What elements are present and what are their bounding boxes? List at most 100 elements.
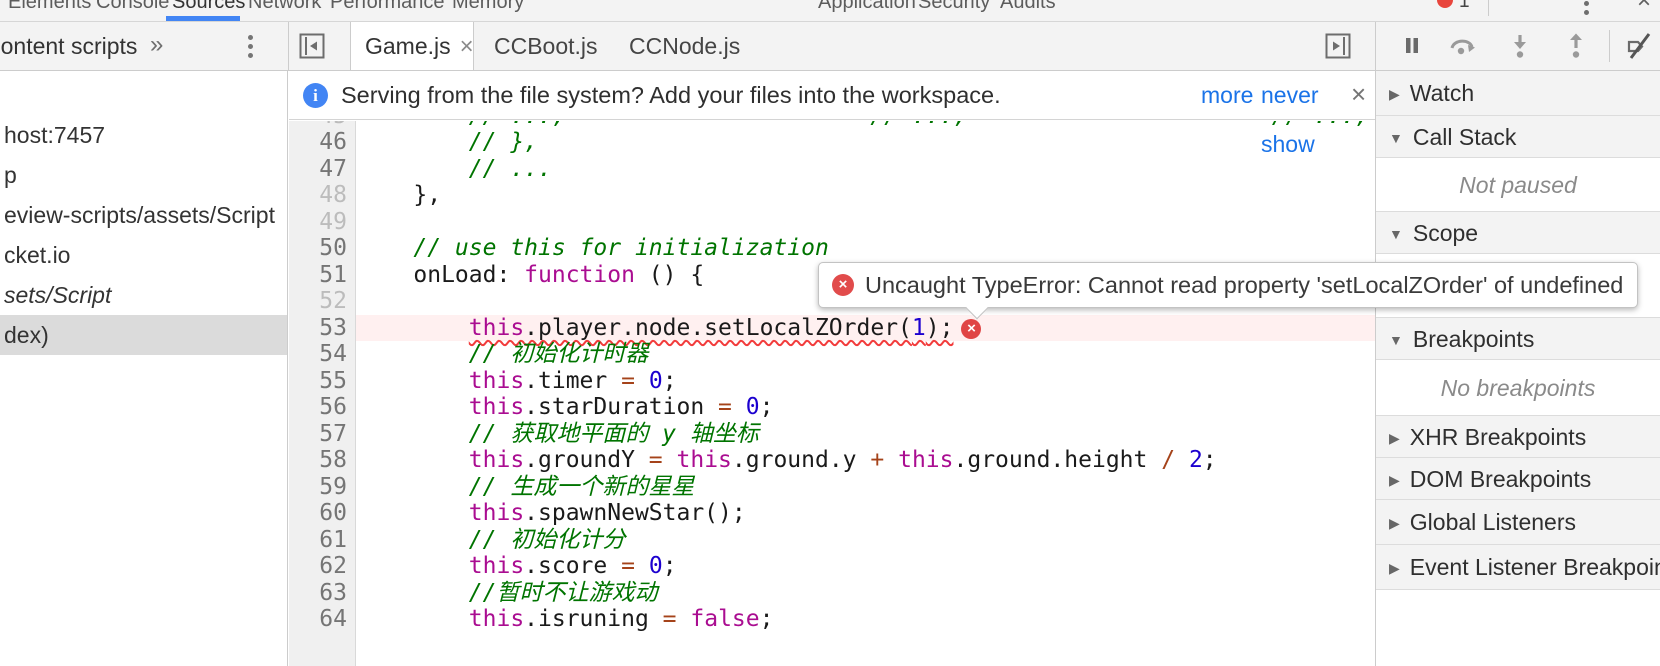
step-out-icon[interactable] (1562, 32, 1590, 60)
code-line-48: 48 }, (289, 182, 1375, 209)
tab-close-icon[interactable]: × (460, 33, 474, 60)
section-label: Scope (1412, 220, 1479, 246)
code-text: this.player.node.setLocalZOrder(1); × (356, 314, 1375, 341)
section-global-listeners[interactable]: ▶ Global Listeners (1376, 500, 1660, 545)
code-line-62: 62 this.score = 0; (289, 553, 1375, 580)
line-number[interactable]: 52 (289, 288, 356, 315)
tab-elements[interactable]: Elements (8, 0, 91, 13)
navigator-menu-icon[interactable] (248, 35, 253, 58)
line-number[interactable]: 63 (289, 580, 356, 607)
code-text: this.groundY = this.ground.y + this.grou… (468, 447, 1217, 473)
file-item-assets-script[interactable]: sets/Script (0, 275, 287, 315)
line-number[interactable]: 60 (289, 500, 356, 527)
editor-tab-ccboot-js[interactable]: CCBoot.js (494, 22, 598, 70)
code-line-64: 64 this.isruning = false; (289, 606, 1375, 633)
deactivate-breakpoints-icon[interactable] (1626, 32, 1654, 60)
line-number[interactable]: 49 (289, 209, 356, 236)
line-number[interactable]: 57 (289, 421, 356, 448)
step-over-icon[interactable] (1448, 32, 1476, 60)
error-tooltip-text: Uncaught TypeError: Cannot read property… (865, 271, 1624, 298)
code-viewport[interactable]: 45 // ..., // ..., // ...,46 // },47 // … (289, 121, 1375, 666)
expanded-arrow-icon: ▼ (1389, 226, 1403, 242)
section-scope[interactable]: ▼ Scope (1376, 212, 1660, 254)
code-line-46: 46 // }, (289, 129, 1375, 156)
line-number[interactable]: 47 (289, 156, 356, 183)
tab-console[interactable]: Console (96, 0, 169, 13)
code-line-59: 59 // 生成一个新的星星 (289, 474, 1375, 501)
call-stack-status: Not paused (1376, 158, 1660, 212)
infobar-more-link[interactable]: more (1201, 71, 1253, 120)
section-event-listener-breakpoints[interactable]: ▶ Event Listener Breakpoints (1376, 545, 1660, 590)
show-debugger-panel-icon[interactable] (1325, 33, 1351, 59)
section-breakpoints[interactable]: ▼ Breakpoints (1376, 318, 1660, 360)
line-number[interactable]: 55 (289, 368, 356, 395)
line-number[interactable]: 46 (289, 129, 356, 156)
inline-error-icon[interactable]: × (961, 318, 982, 339)
more-tabs-chevron-icon[interactable]: » (150, 22, 163, 68)
second-toolbar-row: Content scripts » Game.js × CCBoot.js CCN… (0, 22, 1660, 71)
active-tab-underline (166, 16, 240, 21)
pause-script-icon[interactable] (1398, 32, 1426, 60)
file-item-preview-scripts[interactable]: eview-scripts/assets/Script (0, 195, 287, 235)
workspace-infobar: i Serving from the file system? Add your… (289, 71, 1375, 157)
section-dom-breakpoints[interactable]: ▶ DOM Breakpoints (1376, 458, 1660, 500)
tab-memory[interactable]: Memory (452, 0, 524, 13)
section-call-stack[interactable]: ▼ Call Stack (1376, 116, 1660, 158)
step-into-icon[interactable] (1506, 32, 1534, 60)
devtools-close-icon[interactable]: × (1637, 0, 1651, 14)
code-text: // 生成一个新的星星 (468, 473, 695, 500)
tab-security[interactable]: Security (918, 0, 990, 13)
line-number[interactable]: 62 (289, 553, 356, 580)
editor-tab-game-js[interactable]: Game.js × (350, 22, 474, 70)
line-number[interactable]: 64 (289, 606, 356, 633)
devtools-window: Elements Console Sources Network Perform… (0, 0, 1660, 666)
error-count-badge (1437, 0, 1453, 8)
editor-tab-ccnode-js[interactable]: CCNode.js (629, 22, 740, 70)
expanded-arrow-icon: ▼ (1389, 332, 1403, 348)
section-label: DOM Breakpoints (1409, 466, 1592, 492)
code-line-56: 56 this.starDuration = 0; (289, 394, 1375, 421)
line-number[interactable]: 58 (289, 447, 356, 474)
expanded-arrow-icon: ▼ (1389, 130, 1403, 146)
section-label: Watch (1409, 80, 1475, 106)
line-number[interactable]: 48 (289, 182, 356, 209)
file-item-host-7457[interactable]: host:7457 (0, 115, 287, 155)
line-number[interactable]: 54 (289, 341, 356, 368)
code-line-63: 63 //暂时不让游戏动 (289, 580, 1375, 607)
file-item-socket-io[interactable]: cket.io (0, 235, 287, 275)
section-label: XHR Breakpoints (1409, 424, 1587, 450)
line-number[interactable]: 56 (289, 394, 356, 421)
line-number[interactable]: 61 (289, 527, 356, 554)
line-number[interactable]: 50 (289, 235, 356, 262)
editor-tabstrip: Game.js × CCBoot.js CCNode.js (288, 22, 1375, 70)
line-number[interactable]: 45 (289, 121, 356, 129)
file-item-index[interactable]: dex) (0, 315, 287, 355)
line-number[interactable]: 51 (289, 262, 356, 289)
infobar-close-icon[interactable]: × (1351, 71, 1366, 118)
file-navigator: host:7457 p eview-scripts/assets/Script … (0, 71, 288, 666)
hide-navigator-icon[interactable] (299, 33, 325, 59)
tab-performance[interactable]: Performance (330, 0, 445, 13)
navigator-tab-content-scripts[interactable]: Content scripts (0, 22, 137, 70)
editor-tab-label: Game.js (365, 33, 451, 59)
line-number[interactable]: 53 (289, 315, 356, 342)
devtools-menu-icon[interactable] (1584, 0, 1589, 15)
code-line-58: 58 this.groundY = this.ground.y + this.g… (289, 447, 1375, 474)
code-text: // ..., // ..., // ..., (356, 121, 1375, 129)
tab-sources[interactable]: Sources (172, 0, 245, 13)
error-count: 1 (1459, 0, 1470, 12)
file-item-p[interactable]: p (0, 155, 287, 195)
tab-application[interactable]: Application (818, 0, 916, 13)
tab-audits[interactable]: Audits (1000, 0, 1056, 13)
tab-network[interactable]: Network (248, 0, 321, 13)
section-xhr-breakpoints[interactable]: ▶ XHR Breakpoints (1376, 416, 1660, 458)
infobar-message: Serving from the file system? Add your f… (341, 82, 1001, 108)
collapsed-arrow-icon: ▶ (1389, 472, 1400, 488)
collapsed-arrow-icon: ▶ (1389, 515, 1400, 531)
code-line-49: 49 (289, 209, 1375, 236)
code-line-61: 61 // 初始化计分 (289, 527, 1375, 554)
source-editor: i Serving from the file system? Add your… (289, 71, 1375, 666)
line-number[interactable]: 59 (289, 474, 356, 501)
section-watch[interactable]: ▶ Watch (1376, 71, 1660, 116)
